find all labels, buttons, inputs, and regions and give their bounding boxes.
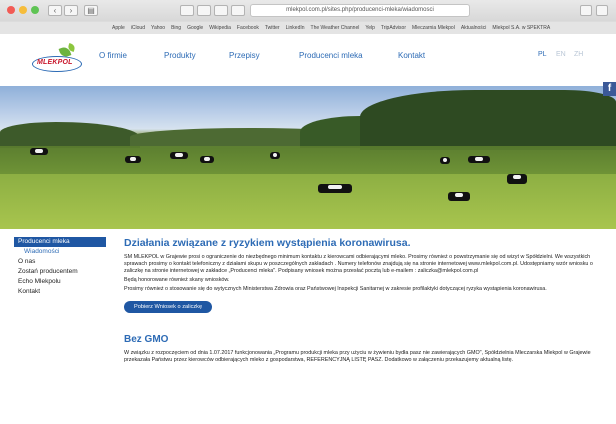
hero-banner-image <box>0 86 616 229</box>
download-icon[interactable] <box>580 5 592 16</box>
site-header <box>0 34 616 86</box>
nav-producenci-mleka[interactable]: Producenci mleka <box>299 51 363 60</box>
mlekpol-logo[interactable]: MLEKPOL <box>32 43 82 74</box>
close-window-icon[interactable] <box>7 6 15 14</box>
article-title: Działania związane z ryzykiem wystąpieni… <box>124 237 411 249</box>
section-title-bez-gmo: Bez GMO <box>124 334 169 345</box>
browser-toolbar: ‹ › ▤ mlekpol.com.pl/sites.php/producenc… <box>0 0 616 21</box>
facebook-icon[interactable]: f <box>603 82 616 96</box>
sidebar-item-zostan-producentem[interactable]: Zostań producentem <box>14 267 106 277</box>
cow <box>468 156 490 163</box>
tree-line <box>360 90 616 150</box>
sidebar-toggle-icon[interactable]: ▤ <box>84 5 98 16</box>
article-paragraph: SM MLEKPOL w Grajewie prosi o ograniczen… <box>124 254 593 274</box>
download-advance-form-button[interactable]: Pobierz Wniosek o zaliczkę <box>124 301 213 313</box>
browser-chrome: ‹ › ▤ mlekpol.com.pl/sites.php/producenc… <box>0 0 616 34</box>
main-content: Działania związane z ryzykiem wystąpieni… <box>124 236 602 364</box>
bookmark-item[interactable]: Apple <box>112 22 125 34</box>
bookmark-item[interactable]: Mlekpol S.A. w SPEKTRA <box>492 22 550 34</box>
bookmark-item[interactable]: Mleczarnia Mlekpol <box>412 22 455 34</box>
sidebar-item-echo-mlekpolu[interactable]: Echo Mlekpolu <box>14 277 106 287</box>
nav-produkty[interactable]: Produkty <box>164 51 196 60</box>
bookmark-item[interactable]: Twitter <box>265 22 280 34</box>
maximize-window-icon[interactable] <box>31 6 39 14</box>
bookmark-item[interactable]: LinkedIn <box>286 22 305 34</box>
bookmark-item[interactable]: Wikipedia <box>209 22 231 34</box>
forward-button[interactable]: › <box>64 5 78 16</box>
logo-text: MLEKPOL <box>37 59 73 66</box>
sidebar-item-kontakt[interactable]: Kontakt <box>14 287 106 297</box>
article-paragraph: Będą honorowane również skany wniosków. <box>124 277 230 283</box>
sidebar-menu: Producenci mleka Wiadomości O nas Zostań… <box>14 237 106 297</box>
bookmark-item[interactable]: Google <box>187 22 203 34</box>
sidebar-item-wiadomosci[interactable]: Wiadomości <box>14 247 106 257</box>
bookmark-item[interactable]: The Weather Channel <box>311 22 360 34</box>
cow <box>270 152 280 159</box>
bookmark-item[interactable]: Aktualności <box>461 22 487 34</box>
bookmark-item[interactable]: Facebook <box>237 22 259 34</box>
article-paragraph: W związku z rozpoczęciem od dnia 1.07.20… <box>124 350 591 363</box>
bookmark-item[interactable]: TripAdvisor <box>381 22 406 34</box>
address-bar[interactable]: mlekpol.com.pl/sites.php/producenci-mlek… <box>250 4 470 17</box>
bookmark-item[interactable]: iCloud <box>131 22 145 34</box>
cow <box>170 152 188 159</box>
cow <box>318 184 352 193</box>
lang-pl[interactable]: PL <box>538 51 547 58</box>
cow <box>440 157 450 164</box>
cow <box>448 192 470 201</box>
sidebar-item-o-nas[interactable]: O nas <box>14 257 106 267</box>
new-tab-icon[interactable] <box>596 5 608 16</box>
cow <box>30 148 48 155</box>
meadow <box>0 146 616 176</box>
share-icon[interactable] <box>180 5 194 16</box>
tabs-icon[interactable] <box>197 5 211 16</box>
cow <box>200 156 214 163</box>
article-paragraph: Prosimy również o stosowanie się do wyty… <box>124 286 547 292</box>
bookmark-item[interactable]: Yelp <box>365 22 375 34</box>
lang-zh[interactable]: ZH <box>574 51 583 58</box>
sidebar-item-producenci-mleka[interactable]: Producenci mleka <box>14 237 106 247</box>
nav-przepisy[interactable]: Przepisy <box>229 51 260 60</box>
back-button[interactable]: ‹ <box>48 5 62 16</box>
bookmark-item[interactable]: Bing <box>171 22 181 34</box>
cow <box>125 156 141 163</box>
nav-o-firmie[interactable]: O firmie <box>99 51 127 60</box>
tree-line <box>0 122 140 148</box>
minimize-window-icon[interactable] <box>19 6 27 14</box>
reader-icon[interactable] <box>214 5 228 16</box>
bookmark-item[interactable]: Yahoo <box>151 22 165 34</box>
cow <box>507 174 527 184</box>
bookmarks-bar: Apple iCloud Yahoo Bing Google Wikipedia… <box>0 22 616 34</box>
toolbar-icons <box>180 5 245 16</box>
nav-kontakt[interactable]: Kontakt <box>398 51 425 60</box>
lang-en[interactable]: EN <box>556 51 566 58</box>
extensions-icon[interactable] <box>231 5 245 16</box>
